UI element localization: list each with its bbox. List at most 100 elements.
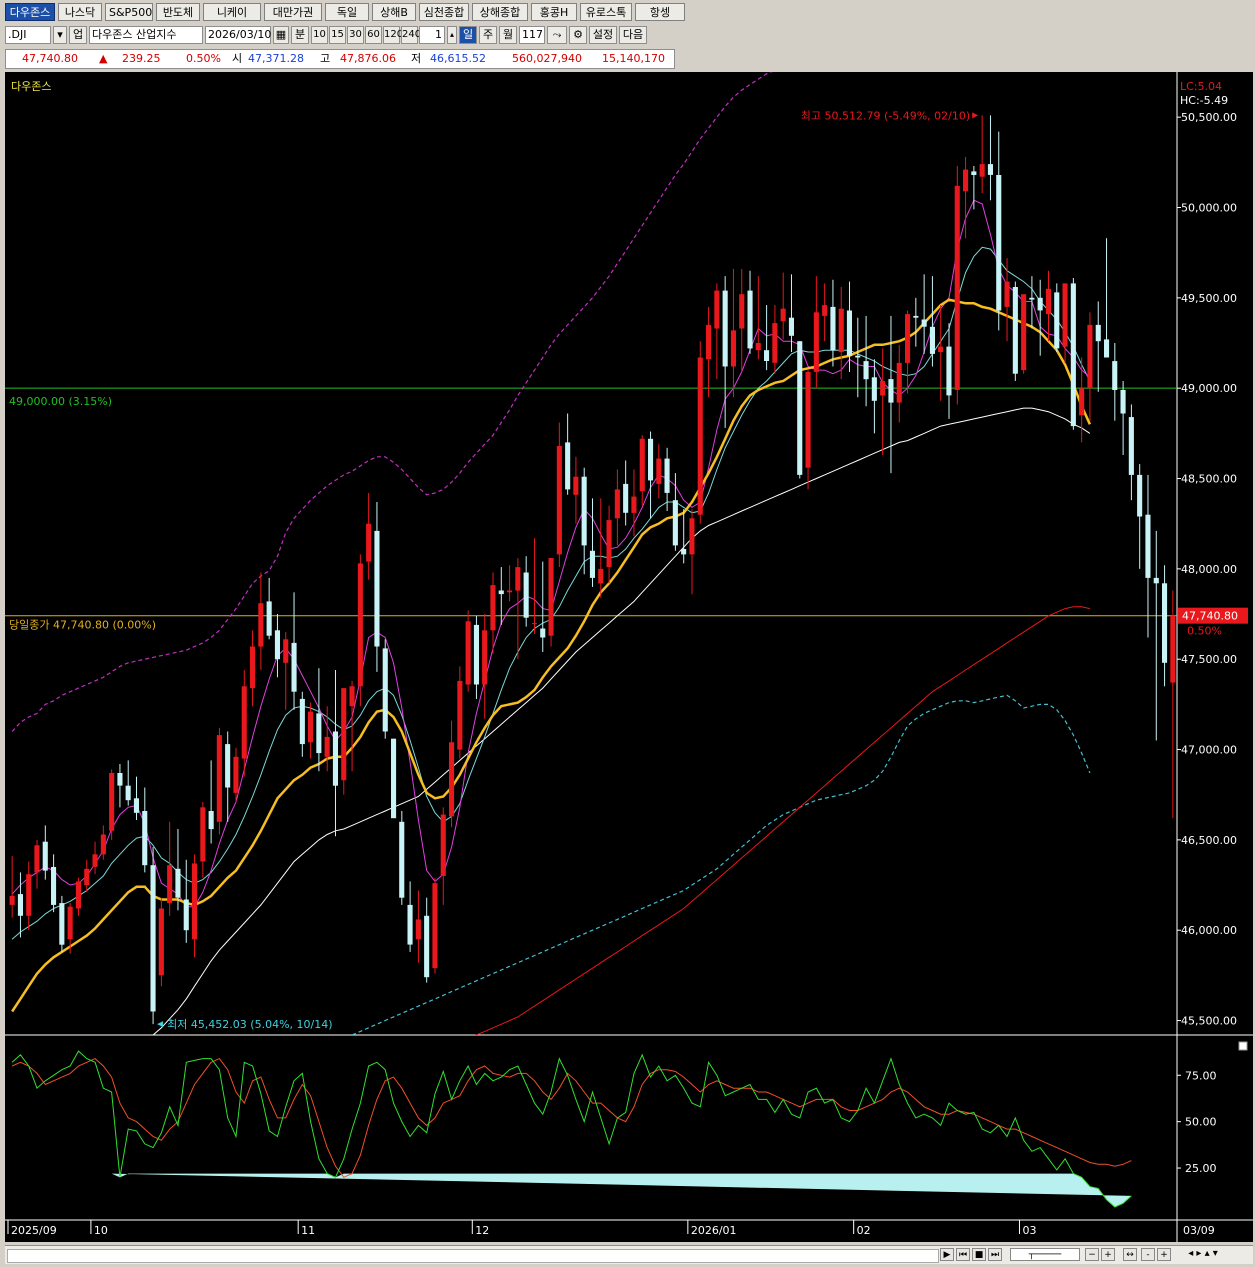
tab-4[interactable]: 니케이: [203, 3, 261, 21]
interval-button-15[interactable]: 15: [329, 26, 346, 44]
candle-body: [1054, 292, 1060, 349]
candle-body: [631, 496, 637, 513]
tab-7[interactable]: 상해B: [372, 3, 416, 21]
zoom-in-icon[interactable]: +: [1101, 1248, 1115, 1261]
low-arrow-icon: [157, 1021, 164, 1028]
quote-open: 47,371.28: [248, 52, 304, 65]
candle-body: [225, 744, 231, 788]
candle-body: [42, 841, 48, 871]
high-annotation: 최고 50,512.79 (-5.49%, 02/10): [801, 109, 970, 122]
tab-2[interactable]: S&P500: [105, 3, 153, 21]
candle-body: [283, 639, 289, 663]
candle-body: [407, 904, 413, 945]
candle-body: [26, 874, 32, 916]
candle-body: [291, 642, 297, 692]
candle-body: [440, 814, 446, 876]
text-plus-icon[interactable]: +: [1157, 1248, 1171, 1261]
next-button[interactable]: 다음: [619, 26, 647, 44]
candle-body: [722, 290, 728, 367]
candle-body: [747, 290, 753, 349]
candle-body: [689, 518, 695, 555]
candle-body: [929, 326, 935, 354]
candle-body: [51, 867, 57, 905]
candle-body: [938, 346, 944, 352]
draw-tool-icon[interactable]: ⤳: [547, 26, 567, 44]
candle-body: [921, 319, 927, 327]
x-tick-label: 12: [475, 1224, 489, 1237]
stop-icon[interactable]: ■: [972, 1248, 986, 1261]
candle-body: [324, 736, 330, 757]
period-button-0[interactable]: 일: [459, 26, 477, 44]
gear-icon[interactable]: ⚙: [569, 26, 587, 44]
interval-button-240[interactable]: 240: [401, 26, 421, 44]
tab-9[interactable]: 상해종합: [472, 3, 528, 21]
unit-minute-button[interactable]: 분: [291, 26, 309, 44]
symbol-kind[interactable]: 업: [69, 26, 87, 44]
x-tick-label: 10: [94, 1224, 108, 1237]
zoom-out-icon[interactable]: −: [1085, 1248, 1099, 1261]
candle-body: [482, 630, 488, 685]
candle-body: [449, 742, 455, 817]
candle-body: [905, 314, 911, 363]
calendar-icon[interactable]: ▦: [273, 26, 289, 44]
candle-body: [706, 324, 712, 360]
count-stepper-icon[interactable]: ▴: [447, 26, 457, 44]
tab-10[interactable]: 홍콩H: [531, 3, 577, 21]
candle-body: [183, 899, 189, 931]
zoom-slider[interactable]: ┬─────: [1010, 1248, 1080, 1261]
candle-body: [606, 520, 612, 568]
tab-11[interactable]: 유로스톡: [580, 3, 632, 21]
tab-3[interactable]: 반도체: [156, 3, 200, 21]
period-button-1[interactable]: 주: [479, 26, 497, 44]
moving-average-2: [475, 606, 1091, 1035]
candle-body: [133, 798, 139, 813]
tab-8[interactable]: 심천종합: [419, 3, 469, 21]
candle-body: [788, 317, 794, 336]
candle-body: [531, 623, 537, 625]
candle-body: [473, 624, 479, 685]
candle-body: [1087, 324, 1093, 389]
interval-button-120[interactable]: 120: [383, 26, 403, 44]
fit-icon[interactable]: ↔: [1123, 1248, 1137, 1261]
candle-body: [374, 530, 380, 647]
candle-body: [399, 821, 405, 898]
interval-button-60[interactable]: 60: [365, 26, 382, 44]
period-button-2[interactable]: 월: [499, 26, 517, 44]
candle-body: [1012, 287, 1018, 374]
symbol-input[interactable]: .DJI: [5, 26, 51, 44]
price-chart[interactable]: 다우존스 45,500.00 46,000.00 46,500.00 47,000.0…: [5, 72, 1253, 1242]
date-input[interactable]: 2026/03/10: [205, 26, 271, 44]
tab-12[interactable]: 항셍: [635, 3, 685, 21]
scroll-track[interactable]: [7, 1249, 939, 1263]
lc-label: LC:5.04: [1180, 80, 1222, 93]
tab-5[interactable]: 대만가권: [264, 3, 322, 21]
tab-0[interactable]: 다우존스: [5, 3, 55, 21]
font-size-control[interactable]: ◂ ▸ ▴ ▾: [1173, 1248, 1233, 1261]
settings-button[interactable]: 설정: [589, 26, 617, 44]
candle-body: [730, 330, 736, 367]
candle-body: [142, 811, 148, 866]
candle-body: [639, 438, 645, 492]
count-input[interactable]: 1: [419, 26, 445, 44]
candle-body: [880, 381, 886, 396]
candle-body: [9, 895, 15, 905]
text-minus-icon[interactable]: -: [1141, 1248, 1155, 1261]
candle-body: [84, 868, 90, 886]
interval-button-30[interactable]: 30: [347, 26, 364, 44]
scroll-end-icon[interactable]: ⏭: [988, 1248, 1002, 1261]
candle-body: [556, 446, 562, 555]
tab-6[interactable]: 독일: [325, 3, 369, 21]
chart-scrollbar[interactable]: ▶ ⏮ ■ ⏭ ┬───── − + ↔ - + ◂ ▸ ▴ ▾: [5, 1245, 1253, 1264]
tab-1[interactable]: 나스닥: [58, 3, 102, 21]
scroll-right-icon[interactable]: ▶: [940, 1248, 954, 1261]
close-line-label: 당일종가 47,740.80 (0.00%): [9, 618, 156, 632]
candle-body: [1021, 294, 1027, 371]
candle-body: [258, 603, 264, 647]
interval-button-10[interactable]: 10: [311, 26, 328, 44]
scroll-start-icon[interactable]: ⏮: [956, 1248, 970, 1261]
candle-body: [167, 865, 173, 904]
candle-body: [192, 863, 198, 940]
chart-area[interactable]: 다우존스 45,500.00 46,000.00 46,500.00 47,000.0…: [5, 72, 1253, 1242]
symbol-dropdown-icon[interactable]: ▾: [53, 26, 67, 44]
bars-count-input[interactable]: 117: [519, 26, 545, 44]
